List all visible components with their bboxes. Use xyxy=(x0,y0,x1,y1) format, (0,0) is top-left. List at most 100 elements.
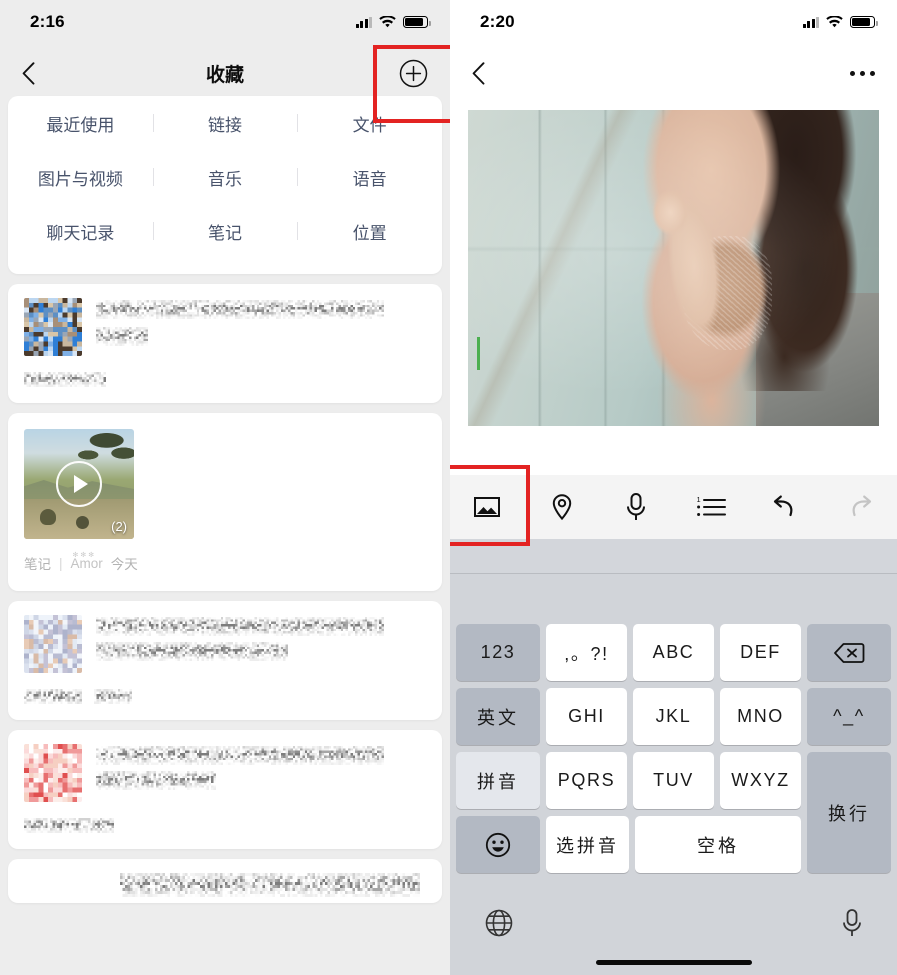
cellular-signal-icon xyxy=(355,16,372,28)
note-date-label: 今天 xyxy=(110,557,138,572)
list-item-meta-redacted xyxy=(94,689,132,704)
back-button[interactable] xyxy=(22,56,52,90)
voice-input-button[interactable] xyxy=(599,475,674,539)
filter-chat-history[interactable]: 聊天记录 xyxy=(8,219,153,244)
filter-photos-videos[interactable]: 图片与视频 xyxy=(8,165,153,190)
list-item-meta-redacted xyxy=(24,818,114,833)
right-status-bar: 2:20 xyxy=(450,0,897,44)
attached-photo[interactable] xyxy=(468,110,879,426)
undo-icon xyxy=(774,495,793,517)
filter-files[interactable]: 文件 xyxy=(297,111,442,136)
note-type-label: 笔记 xyxy=(24,557,51,572)
keyboard-suggestion-strip[interactable] xyxy=(450,539,897,573)
list-item-title-redacted xyxy=(96,617,384,636)
meta-separator: | xyxy=(59,555,63,571)
redo-button[interactable] xyxy=(823,475,897,539)
filter-voice[interactable]: 语音 xyxy=(297,165,442,190)
on-screen-keyboard: 123 英文 拼音 ,。?! ABC DEF GHI JKL MNO PQRS … xyxy=(450,574,897,975)
chevron-left-icon xyxy=(22,61,35,85)
list-item[interactable] xyxy=(8,859,442,903)
chevron-left-icon xyxy=(472,61,485,85)
more-horizontal-icon[interactable] xyxy=(850,70,875,76)
cellular-signal-icon xyxy=(802,16,819,28)
filter-card: 最近使用 链接 文件 图片与视频 音乐 语音 聊天记录 笔记 位置 xyxy=(8,96,442,274)
left-nav-bar: 收藏 xyxy=(0,44,450,102)
undo-button[interactable] xyxy=(748,475,823,539)
key-pqrs[interactable]: PQRS xyxy=(546,752,627,809)
numbered-list-button[interactable]: 1 xyxy=(674,475,749,539)
photo-haze xyxy=(468,110,879,426)
filter-recent[interactable]: 最近使用 xyxy=(8,111,153,136)
video-thumbnail[interactable]: (2) xyxy=(24,429,134,539)
back-button[interactable] xyxy=(472,56,502,90)
key-punctuation[interactable]: ,。?! xyxy=(546,624,627,681)
list-item-body-redacted xyxy=(96,642,288,661)
svg-text:1: 1 xyxy=(696,495,700,504)
key-backspace[interactable] xyxy=(807,624,891,681)
filter-row: 图片与视频 音乐 语音 xyxy=(8,150,442,204)
key-return[interactable]: 换行 xyxy=(807,752,891,873)
key-123[interactable]: 123 xyxy=(456,624,540,681)
media-count-badge: (2) xyxy=(111,519,127,534)
key-select-pinyin[interactable]: 选拼音 xyxy=(546,816,629,873)
dictation-button[interactable] xyxy=(841,908,863,943)
key-kaomoji[interactable]: ^_^ xyxy=(807,688,891,745)
list-item-sub-redacted xyxy=(96,327,148,346)
status-indicators xyxy=(355,15,431,29)
key-pinyin[interactable]: 拼音 xyxy=(456,752,540,809)
microphone-icon xyxy=(843,908,861,936)
image-icon xyxy=(474,497,501,517)
thumbnail-bush xyxy=(40,509,56,525)
list-item[interactable] xyxy=(8,284,442,403)
switch-keyboard-button[interactable] xyxy=(484,908,514,943)
note-meta: 笔记 | Amor 今天 xyxy=(24,551,426,573)
key-tuv[interactable]: TUV xyxy=(633,752,714,809)
key-abc[interactable]: ABC xyxy=(633,624,714,681)
list-item[interactable] xyxy=(8,601,442,720)
right-nav-bar xyxy=(450,44,897,102)
page-title: 收藏 xyxy=(205,64,244,86)
thumbnail-bush xyxy=(76,516,89,529)
list-item-title-redacted xyxy=(96,300,384,319)
battery-icon xyxy=(403,16,431,28)
key-jkl[interactable]: JKL xyxy=(633,688,714,745)
insert-image-button[interactable] xyxy=(450,475,525,539)
key-space[interactable]: 空格 xyxy=(635,816,801,873)
list-item-title-redacted xyxy=(120,873,420,897)
key-emoji[interactable] xyxy=(456,816,540,873)
left-phone-screen: 2:16 收藏 最近使用 链接 文件 图片与视频 音乐 语音 聊天记录 笔记 位… xyxy=(0,0,450,975)
key-ghi[interactable]: GHI xyxy=(546,688,627,745)
list-item-meta-redacted xyxy=(24,689,82,704)
left-status-bar: 2:16 xyxy=(0,0,450,44)
play-circle-icon[interactable] xyxy=(56,461,102,507)
note-author-label: Amor xyxy=(71,551,103,571)
backspace-icon xyxy=(834,642,865,663)
insert-location-button[interactable] xyxy=(525,475,600,539)
filter-row: 最近使用 链接 文件 xyxy=(8,96,442,150)
filter-music[interactable]: 音乐 xyxy=(153,165,298,190)
dual-screenshot-container: 2:16 收藏 最近使用 链接 文件 图片与视频 音乐 语音 聊天记录 笔记 位… xyxy=(0,0,897,975)
list-item-thumbnail xyxy=(24,744,82,802)
add-favorite-button[interactable] xyxy=(398,58,428,88)
location-pin-icon xyxy=(552,494,571,521)
status-time: 2:20 xyxy=(480,12,515,31)
filter-links[interactable]: 链接 xyxy=(153,111,298,136)
home-indicator xyxy=(595,960,752,965)
globe-icon xyxy=(485,909,513,936)
key-mno[interactable]: MNO xyxy=(720,688,801,745)
list-item[interactable] xyxy=(8,730,442,849)
list-item-thumbnail xyxy=(24,298,82,356)
battery-icon xyxy=(850,16,878,28)
list-item-title-redacted xyxy=(96,746,384,765)
list-item-thumbnail xyxy=(24,615,82,673)
key-wxyz[interactable]: WXYZ xyxy=(720,752,801,809)
microphone-icon xyxy=(627,493,646,520)
key-english[interactable]: 英文 xyxy=(456,688,540,745)
key-def[interactable]: DEF xyxy=(720,624,801,681)
filter-notes[interactable]: 笔记 xyxy=(153,219,298,244)
filter-row: 聊天记录 笔记 位置 xyxy=(8,204,442,258)
filter-location[interactable]: 位置 xyxy=(297,219,442,244)
numbered-list-icon: 1 xyxy=(696,495,726,516)
redo-icon xyxy=(852,495,871,517)
note-list-item[interactable]: (2) 笔记 | Amor 今天 xyxy=(8,413,442,591)
